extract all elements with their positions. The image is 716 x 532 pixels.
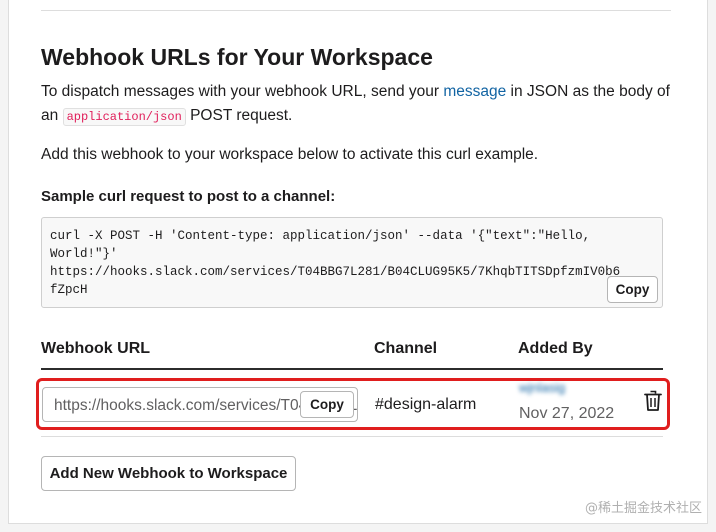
- channel-name: #design-alarm: [375, 396, 477, 413]
- page-title: Webhook URLs for Your Workspace: [41, 44, 433, 70]
- column-header-channel: Channel: [374, 340, 438, 357]
- table-row-divider: [41, 436, 663, 437]
- watermark: @稀土掘金技术社区: [584, 501, 702, 516]
- copy-webhook-url-button[interactable]: Copy: [300, 391, 354, 418]
- intro-text-end: POST request.: [185, 107, 293, 124]
- table-row: https://hooks.slack.com/services/T04BBG7…: [36, 378, 670, 430]
- curl-line: curl -X POST -H 'Content-type: applicati…: [50, 229, 591, 243]
- column-header-added-by: Added By: [518, 340, 593, 357]
- webhook-settings-panel: Webhook URLs for Your Workspace To dispa…: [8, 0, 708, 524]
- table-header-divider: [41, 368, 663, 370]
- webhook-url-field[interactable]: https://hooks.slack.com/services/T04BBG7…: [42, 387, 358, 422]
- add-new-webhook-button[interactable]: Add New Webhook to Workspace: [41, 456, 296, 491]
- column-header-webhook-url: Webhook URL: [41, 340, 151, 357]
- content-type-code: application/json: [62, 108, 186, 126]
- sample-curl-label: Sample curl request to post to a channel…: [41, 188, 336, 205]
- curl-code-block: curl -X POST -H 'Content-type: applicati…: [41, 217, 663, 308]
- intro-text: To dispatch messages with your webhook U…: [41, 83, 444, 100]
- top-divider: [41, 10, 671, 11]
- curl-line: World!"}': [50, 247, 118, 261]
- copy-curl-button[interactable]: Copy: [607, 276, 658, 303]
- curl-line: fZpcH: [50, 283, 88, 297]
- intro-paragraph: To dispatch messages with your webhook U…: [41, 80, 671, 129]
- added-date: Nov 27, 2022: [519, 405, 615, 422]
- curl-line: https://hooks.slack.com/services/T04BBG7…: [50, 265, 621, 279]
- activate-instructions: Add this webhook to your workspace below…: [41, 146, 539, 163]
- message-link[interactable]: message: [443, 83, 506, 100]
- trash-icon[interactable]: [644, 390, 662, 412]
- added-by-user[interactable]: wjnlasig: [519, 380, 565, 395]
